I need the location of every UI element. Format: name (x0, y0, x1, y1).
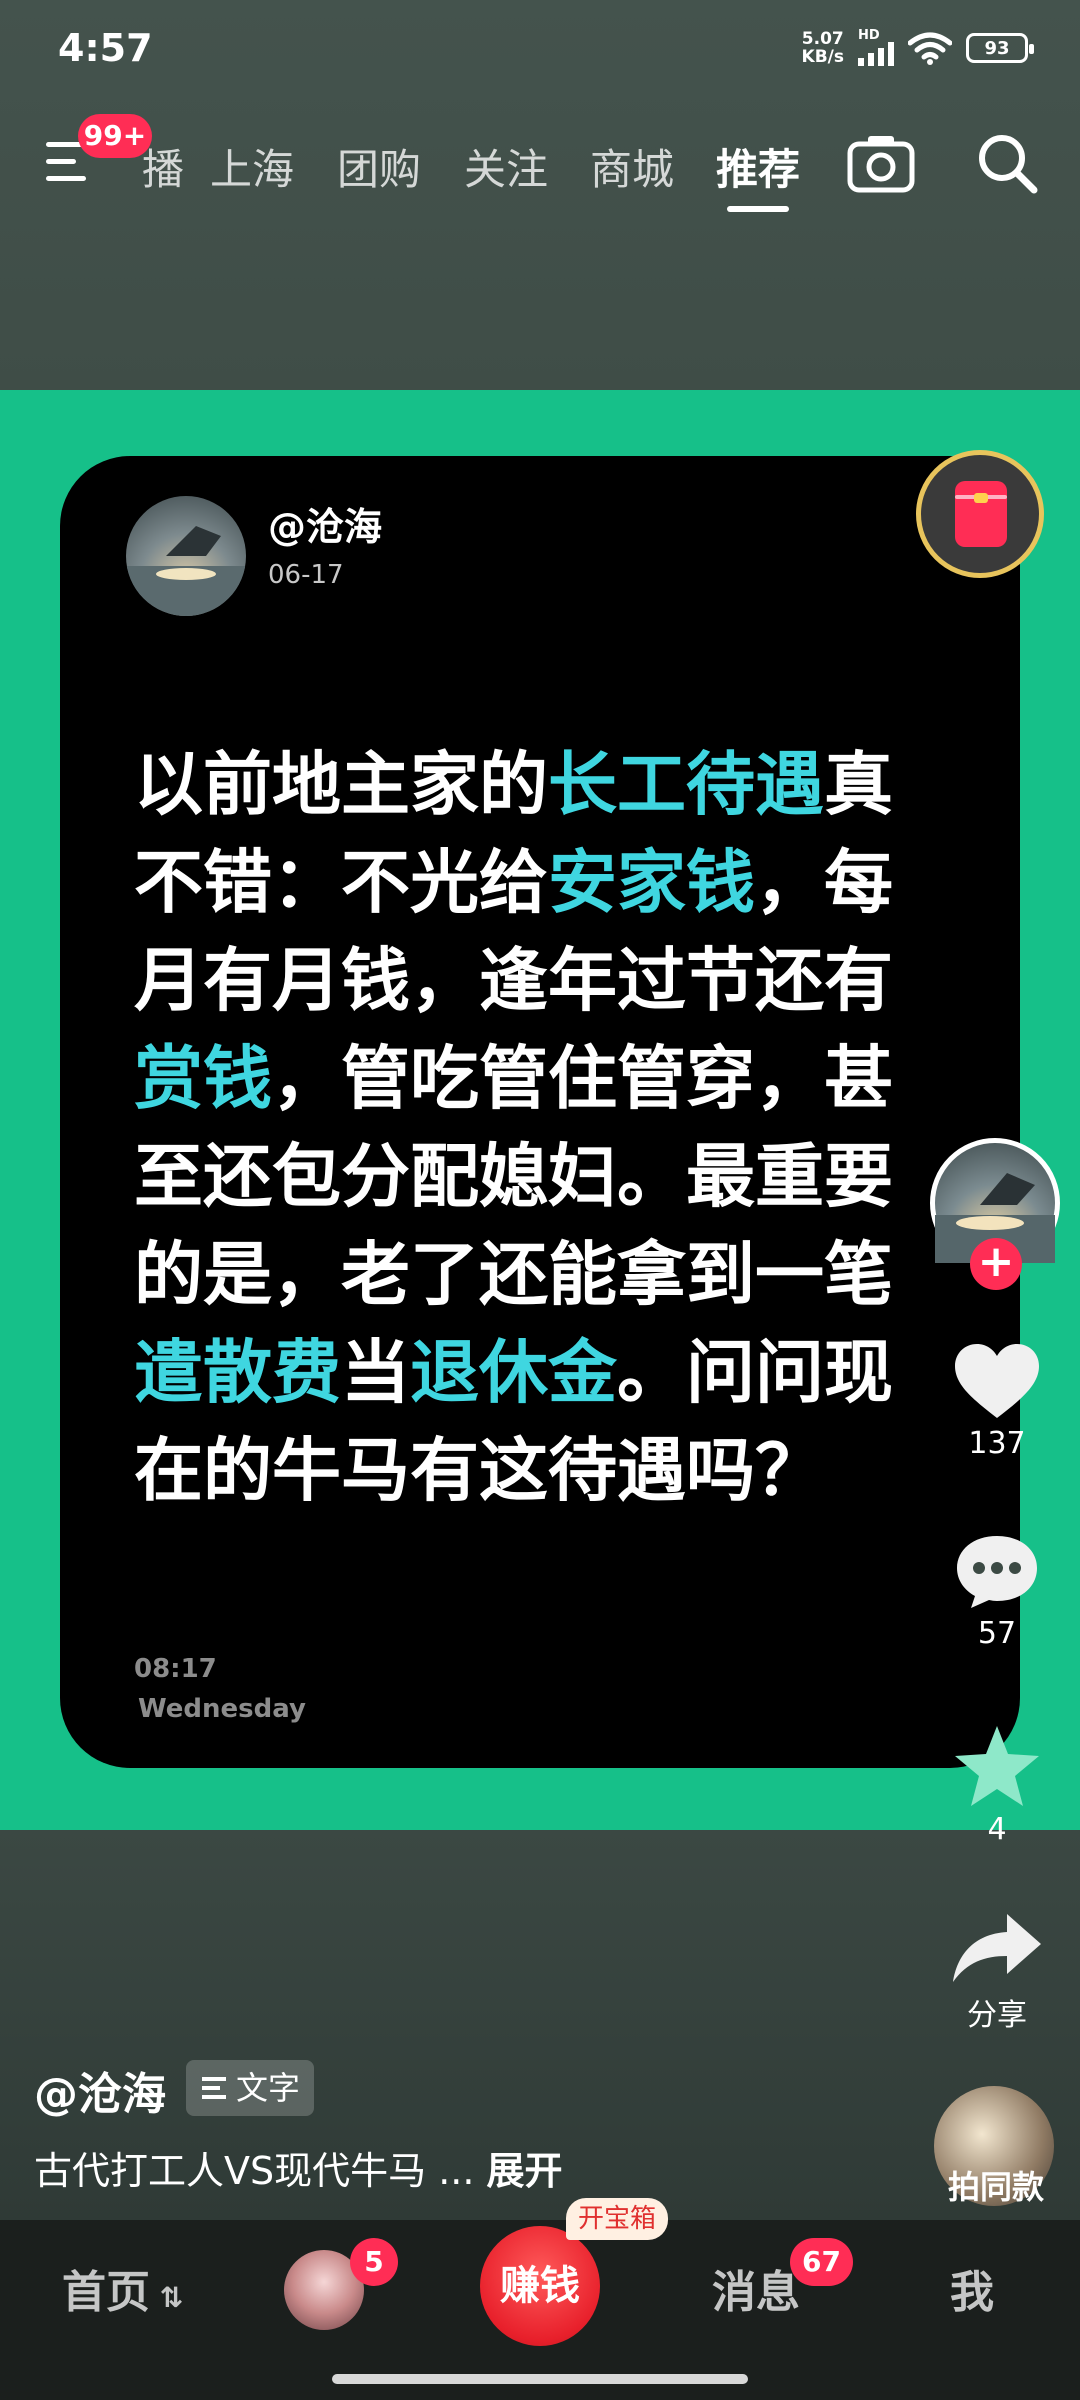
like-count: 137 (968, 1426, 1026, 1461)
tab-mall[interactable]: 商城 (590, 136, 674, 197)
swap-icon: ⇅ (150, 2281, 184, 2314)
share-label: 分享 (967, 1998, 1027, 2033)
caption-text: 古代打工人VS现代牛马 ... (34, 2149, 475, 2193)
status-time: 4:57 (58, 26, 153, 70)
tab-group-buy[interactable]: 团购 (337, 136, 421, 197)
share-arrow-icon (953, 1914, 1041, 1982)
post-card[interactable]: @沧海 06-17 以前地主家的长工待遇真不错：不光给安家钱，每月有月钱，逢年过… (60, 456, 1020, 1768)
bottom-nav: 首页 ⇅ 5 赚钱 开宝箱 消息 67 我 (0, 2198, 1080, 2400)
nav-me[interactable]: 我 (950, 2256, 994, 2320)
messages-badge: 67 (790, 2238, 853, 2286)
text-tag-label: 文字 (236, 2069, 301, 2107)
comment-count: 57 (977, 1616, 1017, 1651)
battery-icon: 93 (966, 33, 1034, 63)
post-text-highlight: 遣散费 (134, 1333, 341, 1413)
red-packet-button[interactable] (916, 450, 1044, 578)
camera-icon[interactable] (846, 128, 916, 198)
post-text-highlight: 长工待遇 (548, 745, 824, 825)
red-envelope-icon (955, 481, 1007, 547)
treasure-tag[interactable]: 开宝箱 (566, 2198, 669, 2240)
comment-icon (957, 1536, 1037, 1608)
author-avatar[interactable] (126, 496, 246, 616)
post-text-segment: 当 (341, 1333, 410, 1413)
post-text-segment: 以前地主家的 (134, 745, 548, 825)
share-button[interactable]: 分享 (944, 1910, 1050, 2034)
tab-shanghai[interactable]: 上海 (210, 136, 294, 197)
friends-badge: 5 (350, 2238, 398, 2286)
heart-icon (955, 1344, 1039, 1418)
author-name[interactable]: @沧海 (268, 496, 382, 551)
nav-home-label: 首页 (62, 2267, 150, 2318)
home-indicator[interactable] (332, 2374, 748, 2384)
network-label: HD (858, 28, 880, 43)
search-icon[interactable] (972, 128, 1042, 198)
same-style-label[interactable]: 拍同款 (936, 2162, 1056, 2208)
post-text-highlight: 退休金 (410, 1333, 617, 1413)
earn-button[interactable]: 赚钱 (480, 2226, 600, 2346)
card-day: Wednesday (138, 1694, 306, 1724)
active-tab-indicator (727, 206, 789, 212)
favorite-button[interactable]: 4 (944, 1722, 1050, 1847)
net-speed-value: 5.07 (801, 29, 844, 49)
video-caption[interactable]: 古代打工人VS现代牛马 ... 展开 (34, 2140, 563, 2195)
menu-badge: 99+ (78, 114, 152, 158)
comment-button[interactable]: 57 (944, 1530, 1050, 1651)
tab-live[interactable]: 播 (142, 136, 184, 197)
status-icons: 5.07 KB/s HD 93 (802, 28, 1034, 68)
star-icon (955, 1726, 1039, 1806)
author-handle[interactable]: @沧海 (34, 2058, 166, 2122)
net-speed: 5.07 KB/s (802, 30, 844, 66)
nav-home[interactable]: 首页 ⇅ (62, 2256, 183, 2320)
like-button[interactable]: 137 (944, 1340, 1050, 1461)
tab-following[interactable]: 关注 (464, 136, 548, 197)
card-time: 08:17 (134, 1654, 217, 1684)
nav-messages[interactable]: 消息 (712, 2256, 800, 2320)
wifi-icon (908, 32, 952, 65)
tab-recommend[interactable]: 推荐 (716, 136, 800, 197)
net-speed-unit: KB/s (801, 47, 844, 67)
text-tag[interactable]: 文字 (186, 2060, 315, 2116)
post-text-highlight: 赏钱 (134, 1039, 272, 1119)
follow-button[interactable]: + (970, 1238, 1022, 1290)
expand-link[interactable]: 展开 (487, 2149, 563, 2193)
signal-icon (858, 42, 894, 66)
favorite-count: 4 (987, 1812, 1007, 1847)
post-text-highlight: 安家钱 (548, 843, 755, 923)
text-lines-icon (202, 2077, 226, 2099)
cell-signal: HD (858, 28, 894, 66)
post-date: 06-17 (268, 560, 344, 590)
post-text: 以前地主家的长工待遇真不错：不光给安家钱，每月有月钱，逢年过节还有赏钱，管吃管住… (134, 736, 954, 1520)
